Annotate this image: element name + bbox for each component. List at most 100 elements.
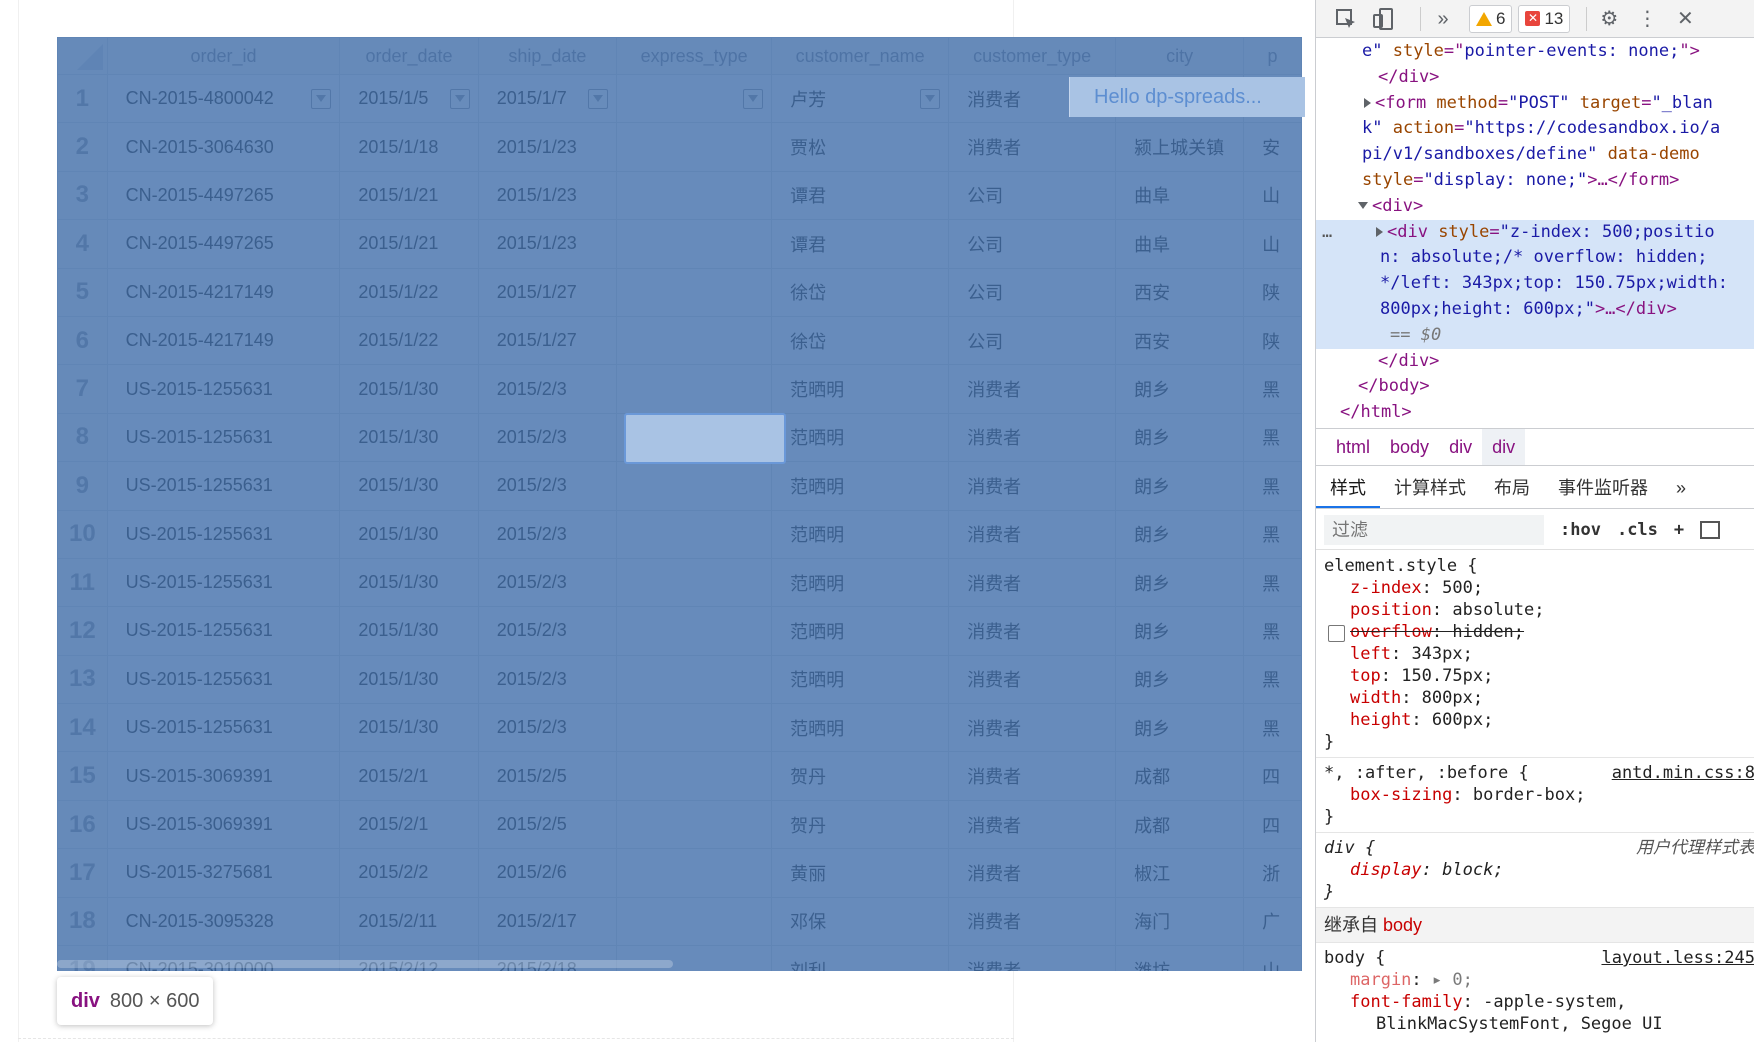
- table-cell[interactable]: 西安: [1115, 315, 1245, 366]
- table-cell[interactable]: US-2015-1255631: [106, 654, 341, 705]
- row-number[interactable]: 4: [57, 219, 108, 269]
- breadcrumb-item[interactable]: body: [1380, 429, 1439, 465]
- table-cell[interactable]: CN-2015-4217149: [106, 267, 341, 317]
- row-number[interactable]: 9: [57, 461, 108, 511]
- row-number[interactable]: 5: [57, 267, 108, 317]
- row-number[interactable]: 2: [57, 122, 108, 172]
- table-cell[interactable]: 朗乡: [1115, 654, 1245, 705]
- table-cell[interactable]: 山: [1243, 170, 1302, 221]
- dom-node-line[interactable]: </html>: [1316, 400, 1754, 426]
- table-cell[interactable]: 2015/2/3: [477, 364, 618, 414]
- table-cell[interactable]: [616, 703, 773, 753]
- dom-node-line[interactable]: </div>: [1316, 65, 1754, 91]
- table-cell[interactable]: 消费者: [948, 945, 1117, 971]
- style-prop[interactable]: font-family: -apple-system,: [1324, 991, 1747, 1013]
- column-header[interactable]: customer_name: [771, 37, 950, 75]
- table-cell[interactable]: 消费者: [948, 606, 1117, 656]
- table-cell[interactable]: 2015/2/3: [477, 606, 618, 656]
- style-prop[interactable]: height: 600px;: [1324, 709, 1747, 731]
- table-cell[interactable]: 潍坊: [1115, 945, 1245, 971]
- spreadsheet[interactable]: order_id order_date ship_date express_ty…: [57, 37, 1302, 971]
- style-prop[interactable]: top: 150.75px;: [1324, 665, 1747, 687]
- filter-icon[interactable]: [920, 88, 941, 109]
- table-cell[interactable]: 成都: [1115, 799, 1245, 850]
- row-number[interactable]: 6: [57, 315, 108, 366]
- spreadsheet-grid[interactable]: order_id order_date ship_date express_ty…: [57, 37, 1302, 971]
- table-cell[interactable]: 范晒明: [771, 412, 950, 463]
- table-cell[interactable]: 黑: [1243, 461, 1302, 511]
- table-cell[interactable]: [616, 219, 773, 269]
- table-cell[interactable]: 2015/2/3: [477, 557, 618, 608]
- table-cell[interactable]: 2015/1/22: [339, 315, 479, 366]
- row-number[interactable]: 13: [57, 654, 108, 705]
- table-cell[interactable]: 消费者: [948, 412, 1117, 463]
- table-cell[interactable]: 公司: [948, 170, 1117, 221]
- table-cell[interactable]: [616, 654, 773, 705]
- table-cell[interactable]: 黑: [1243, 606, 1302, 656]
- column-header[interactable]: p: [1243, 37, 1302, 75]
- table-cell[interactable]: 消费者: [948, 557, 1117, 608]
- table-cell[interactable]: [616, 170, 773, 221]
- rule-source-link[interactable]: layout.less:245: [1601, 947, 1754, 969]
- column-header[interactable]: order_date: [339, 37, 479, 75]
- column-header[interactable]: customer_type: [948, 37, 1117, 75]
- table-cell[interactable]: 2015/1/30: [339, 461, 479, 511]
- style-prop[interactable]: margin: ▸ 0;: [1324, 969, 1747, 991]
- style-prop[interactable]: left: 343px;: [1324, 643, 1747, 665]
- dom-node-selected[interactable]: … <div style="z-index: 500;positio: [1316, 219, 1754, 246]
- row-number[interactable]: 7: [57, 364, 108, 414]
- table-cell[interactable]: [616, 315, 773, 366]
- inherited-tag-link[interactable]: body: [1383, 915, 1422, 935]
- table-cell[interactable]: 陕: [1243, 267, 1302, 317]
- table-cell[interactable]: 西安: [1115, 267, 1245, 317]
- table-cell[interactable]: 2015/1/30: [339, 364, 479, 414]
- table-cell[interactable]: 消费者: [948, 799, 1117, 850]
- element-style-rule[interactable]: element.style { z-index: 500; position: …: [1316, 551, 1754, 758]
- table-cell[interactable]: 海门: [1115, 896, 1245, 947]
- style-prop[interactable]: box-sizing: border-box;: [1324, 784, 1747, 806]
- table-cell[interactable]: [616, 751, 773, 801]
- table-cell[interactable]: [616, 896, 773, 947]
- table-cell[interactable]: 消费者: [948, 122, 1117, 172]
- table-cell[interactable]: 黑: [1243, 364, 1302, 414]
- expand-triangle-icon[interactable]: [1364, 97, 1371, 108]
- row-number[interactable]: 15: [57, 751, 108, 801]
- table-cell[interactable]: 2015/1/5: [339, 73, 479, 124]
- table-cell[interactable]: US-2015-1255631: [106, 412, 341, 463]
- tab-computed[interactable]: 计算样式: [1380, 467, 1480, 508]
- column-header[interactable]: ship_date: [477, 37, 618, 75]
- breadcrumb-item[interactable]: html: [1326, 429, 1380, 465]
- table-cell[interactable]: 消费者: [948, 364, 1117, 414]
- filter-icon[interactable]: [588, 88, 609, 109]
- select-all-corner[interactable]: [57, 37, 108, 75]
- table-cell[interactable]: 黑: [1243, 703, 1302, 753]
- filter-icon[interactable]: [311, 88, 332, 109]
- style-prop-disabled[interactable]: overflow: hidden;: [1324, 621, 1747, 643]
- collapse-triangle-icon[interactable]: [1358, 202, 1368, 210]
- errors-badge[interactable]: ✕ 13: [1518, 4, 1571, 33]
- dom-node-line[interactable]: </body>: [1316, 374, 1754, 400]
- table-cell[interactable]: 公司: [948, 315, 1117, 366]
- row-number[interactable]: 18: [57, 896, 108, 947]
- table-cell[interactable]: US-2015-1255631: [106, 557, 341, 608]
- table-cell[interactable]: 2015/1/23: [477, 219, 618, 269]
- table-cell[interactable]: US-2015-3275681: [106, 848, 341, 898]
- table-cell[interactable]: 黑: [1243, 412, 1302, 463]
- table-cell[interactable]: 徐岱: [771, 267, 950, 317]
- table-cell[interactable]: 安: [1243, 122, 1302, 172]
- table-cell[interactable]: 2015/1/27: [477, 267, 618, 317]
- style-prop[interactable]: width: 800px;: [1324, 687, 1747, 709]
- universal-rule[interactable]: *, :after, :before { antd.min.css:8 box-…: [1316, 758, 1754, 833]
- table-cell[interactable]: 刘利: [771, 945, 950, 971]
- more-tabs-icon[interactable]: »: [1431, 7, 1455, 31]
- table-cell[interactable]: 黑: [1243, 509, 1302, 559]
- table-cell[interactable]: 朗乡: [1115, 606, 1245, 656]
- column-header[interactable]: order_id: [106, 37, 341, 75]
- breadcrumb-item-active[interactable]: div: [1482, 429, 1526, 465]
- table-cell[interactable]: 公司: [948, 267, 1117, 317]
- table-cell[interactable]: US-2015-1255631: [106, 606, 341, 656]
- table-cell[interactable]: [616, 557, 773, 608]
- table-cell[interactable]: [616, 509, 773, 559]
- row-number[interactable]: 10: [57, 509, 108, 559]
- table-cell[interactable]: 范晒明: [771, 509, 950, 559]
